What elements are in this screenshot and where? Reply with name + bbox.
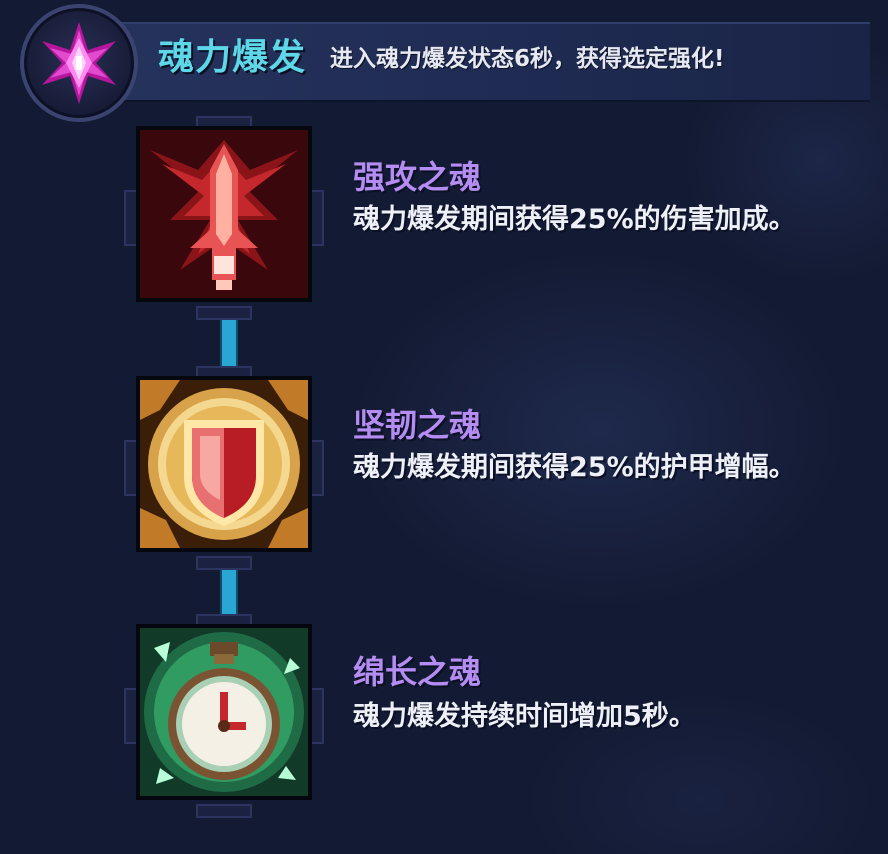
skill-description: 魂力爆发期间获得25%的护甲增幅。 xyxy=(353,452,796,483)
gold-shield-soul-icon xyxy=(136,376,312,552)
frame-cap xyxy=(196,804,252,818)
frame-cap xyxy=(196,556,252,570)
skill-slot-strong-attack[interactable] xyxy=(124,116,324,320)
soul-burst-emblem[interactable] xyxy=(20,4,138,122)
header-title: 魂力爆发 xyxy=(158,37,307,78)
frame-cap xyxy=(310,190,324,246)
green-stopwatch-soul-icon xyxy=(136,624,312,800)
skill-slot-lasting-soul[interactable] xyxy=(124,614,324,818)
purple-crystal-star-icon xyxy=(42,22,116,104)
frame-cap xyxy=(310,440,324,496)
connector-line-1 xyxy=(220,318,238,368)
skill-description: 魂力爆发期间获得25%的伤害加成。 xyxy=(353,204,796,235)
skill-description: 魂力爆发持续时间增加5秒。 xyxy=(353,701,696,732)
connector-line-2 xyxy=(220,566,238,616)
skill-name: 绵长之魂 xyxy=(353,653,482,691)
skill-slot-tough-soul[interactable] xyxy=(124,366,324,570)
header-description: 进入魂力爆发状态6秒，获得选定强化! xyxy=(330,46,725,72)
frame-cap xyxy=(196,306,252,320)
skill-name: 强攻之魂 xyxy=(353,158,482,196)
skill-name: 坚韧之魂 xyxy=(353,406,482,444)
frame-cap xyxy=(310,688,324,744)
red-sword-soul-icon xyxy=(136,126,312,302)
